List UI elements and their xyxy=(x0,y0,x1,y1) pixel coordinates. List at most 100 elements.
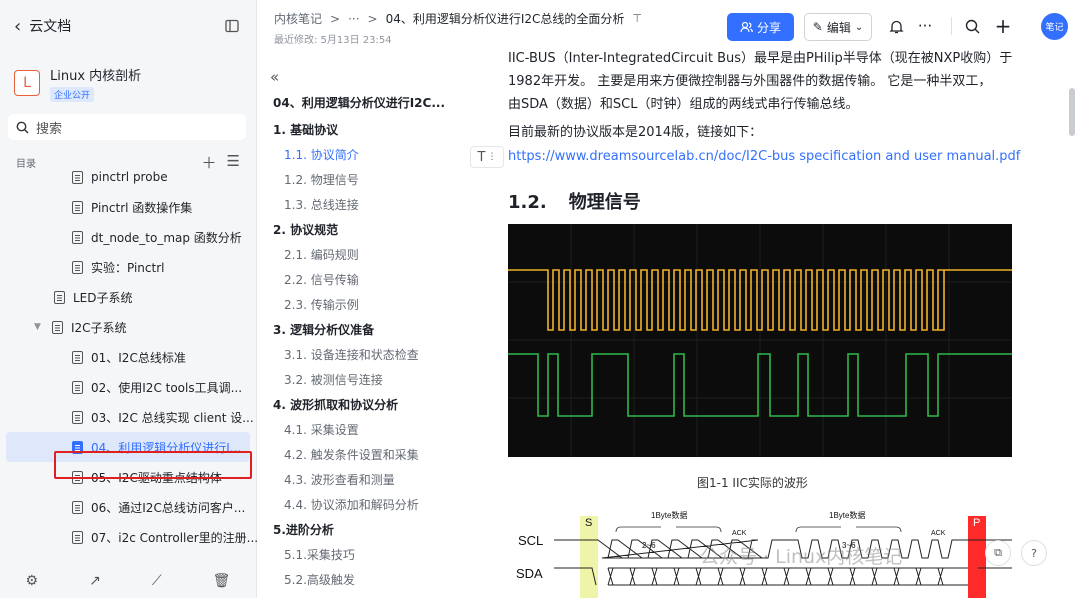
crumb-more[interactable]: ··· xyxy=(348,12,359,26)
edit-button[interactable]: ✎ 编辑 ⌄ xyxy=(804,13,872,41)
outline-item[interactable]: 2. 协议规范 xyxy=(273,221,338,238)
tree-item-label: LED子系统 xyxy=(73,290,133,305)
tree-item-label: 04、利用逻辑分析仪进行I... xyxy=(91,440,242,455)
tree-item[interactable]: 03、I2C 总线实现 client 设... xyxy=(72,402,254,432)
paragraph: 目前最新的协议版本是2014版，链接如下： xyxy=(508,125,763,140)
doc-icon xyxy=(72,230,83,244)
outline-item[interactable]: 4. 波形抓取和协议分析 xyxy=(273,396,398,413)
search-input[interactable]: 搜索 xyxy=(8,114,246,140)
tree-item[interactable]: 07、i2c Controller里的注册... xyxy=(72,522,258,552)
add-icon[interactable]: ＋ xyxy=(202,152,217,173)
sidebar: ‹ 云文档 L Linux 内核剖析 企业公开 搜索 目录 ＋ ☰ pinctr… xyxy=(0,0,258,598)
edit-label: 编辑 xyxy=(826,20,851,35)
block-type-handle[interactable]: T ⋮ xyxy=(470,146,504,168)
tree-item-label: 07、i2c Controller里的注册... xyxy=(91,530,259,545)
pin-icon[interactable]: ⊤ xyxy=(632,12,642,25)
tree-item[interactable]: pinctrl probe xyxy=(72,162,168,192)
doc-icon xyxy=(72,350,83,364)
outline-item[interactable]: 2.1. 编码规则 xyxy=(284,246,359,263)
divider xyxy=(951,17,952,35)
start-label: S xyxy=(585,517,592,529)
tree-item[interactable]: LED子系统 xyxy=(54,282,133,312)
outline-item[interactable]: 4.3. 波形查看和测量 xyxy=(284,471,395,488)
tree-item[interactable]: 实验：Pinctrl xyxy=(72,252,164,282)
collapse-outline-icon[interactable]: « xyxy=(270,68,279,86)
tree-item-label: 实验：Pinctrl xyxy=(91,260,165,275)
caret-down-icon[interactable]: ▼ xyxy=(34,322,44,332)
help-icon[interactable]: ? xyxy=(1021,540,1047,566)
breadcrumb: 内核笔记 > ··· > 04、利用逻辑分析仪进行I2C总线的全面分析 ⊤ xyxy=(274,10,642,27)
outline-item[interactable]: 3.1. 设备连接和状态检查 xyxy=(284,346,419,363)
crumb-root[interactable]: 内核笔记 xyxy=(274,10,322,27)
outline-item[interactable]: 1.2. 物理信号 xyxy=(284,171,359,188)
tree-item[interactable]: Pinctrl 函数操作集 xyxy=(72,192,192,222)
tree-item-expanded[interactable]: ▼ I2C子系统 xyxy=(34,312,127,342)
outline-item[interactable]: 1. 基础协议 xyxy=(273,121,338,138)
back-label: 云文档 xyxy=(29,19,72,35)
outline-item[interactable]: 4.1. 采集设置 xyxy=(284,421,359,438)
outline-item[interactable]: 3. 逻辑分析仪准备 xyxy=(273,321,374,338)
tree-item[interactable]: 02、使用I2C tools工具调... xyxy=(72,372,242,402)
outline-item[interactable]: 3.2. 被测信号连接 xyxy=(284,371,383,388)
outline-item[interactable]: 2.3. 传输示例 xyxy=(284,296,359,313)
ack-label: ACK xyxy=(732,530,747,537)
spec-link[interactable]: https://www.dreamsourcelab.cn/doc/I2C-bu… xyxy=(508,149,1020,164)
doc-icon xyxy=(72,260,83,274)
sidebar-toggle-icon[interactable] xyxy=(222,16,242,36)
scrollbar[interactable] xyxy=(1069,88,1075,136)
drag-dots-icon: ⋮ xyxy=(487,152,497,162)
tree-item[interactable]: 01、I2C总线标准 xyxy=(72,342,186,372)
more-icon[interactable]: ··· xyxy=(915,16,935,36)
avatar[interactable]: 笔记 xyxy=(1041,13,1068,40)
users-icon xyxy=(740,21,753,33)
plus-icon[interactable]: + xyxy=(993,14,1013,38)
paragraph-line: 1982年开发。 主要是用来方便微控制器与外围器件的数据传输。 它是一种半双工， xyxy=(508,74,992,89)
knowledge-base-header[interactable]: L Linux 内核剖析 企业公开 xyxy=(0,52,256,104)
tree-item[interactable]: dt_node_to_map 函数分析 xyxy=(72,222,242,252)
tree-item-label: 03、I2C 总线实现 client 设... xyxy=(91,410,254,425)
bell-icon[interactable] xyxy=(886,16,906,36)
scl-label: SCL xyxy=(518,533,543,548)
byte-label: 1Byte数据 xyxy=(651,510,687,520)
kb-badge: 企业公开 xyxy=(50,86,95,102)
doc-icon xyxy=(72,530,83,544)
trash-icon[interactable]: 🗑 xyxy=(213,573,231,589)
figure-caption: 图1-1 IIC实际的波形 xyxy=(697,476,808,490)
outline-item[interactable]: 1.3. 总线连接 xyxy=(284,196,359,213)
stop-label: P xyxy=(973,517,980,529)
settings-icon[interactable]: ⚙ xyxy=(26,573,39,589)
tree-item-label: Pinctrl 函数操作集 xyxy=(91,200,193,215)
doc-icon xyxy=(72,410,83,424)
tree-item[interactable]: 05、I2C驱动重点结构体 xyxy=(72,462,222,492)
outline-item[interactable]: 5.进阶分析 xyxy=(273,521,334,538)
oscilloscope-image xyxy=(508,224,1012,457)
list-settings-icon[interactable]: ☰ xyxy=(227,152,240,173)
watermark: 公众号 · Linux内核笔记 xyxy=(700,546,903,568)
outline-item[interactable]: 5.2.高级触发 xyxy=(284,571,355,588)
outline-item[interactable]: 4.4. 协议添加和解码分析 xyxy=(284,496,419,513)
doc-icon xyxy=(72,500,83,514)
outline-item[interactable]: 1.1. 协议简介 xyxy=(284,146,359,163)
share-out-icon[interactable]: ↗ xyxy=(89,573,101,589)
search-placeholder: 搜索 xyxy=(36,121,63,137)
last-modified: 最近修改: 5月13日 23:54 xyxy=(274,35,392,46)
tree-item-active[interactable]: 04、利用逻辑分析仪进行I... xyxy=(6,432,250,462)
stats-icon[interactable]: ⟋ xyxy=(152,573,162,589)
outline-item[interactable]: 5.1.采集技巧 xyxy=(284,546,355,563)
doc-icon xyxy=(54,290,65,304)
sda-label: SDA xyxy=(516,566,543,581)
back-button[interactable]: ‹ 云文档 xyxy=(14,16,71,37)
outline-item[interactable]: 4.2. 触发条件设置和采集 xyxy=(284,446,419,463)
chevron-down-icon: ⌄ xyxy=(854,21,864,33)
share-button[interactable]: 分享 xyxy=(727,13,794,41)
search-icon[interactable] xyxy=(962,16,982,36)
section-heading: 1.2. 物理信号 xyxy=(508,188,641,214)
feedback-icon[interactable]: ⧉ xyxy=(985,540,1011,566)
kb-name: Linux 内核剖析 xyxy=(50,68,142,84)
tree-item[interactable]: 06、通过I2C总线访问客户... xyxy=(72,492,245,522)
doc-icon xyxy=(72,170,83,184)
crumb-current: 04、利用逻辑分析仪进行I2C总线的全面分析 xyxy=(385,12,625,26)
outline-title[interactable]: 04、利用逻辑分析仪进行I2C... xyxy=(273,94,445,111)
outline-item[interactable]: 2.2. 信号传输 xyxy=(284,271,359,288)
chevron-left-icon: ‹ xyxy=(14,15,22,37)
